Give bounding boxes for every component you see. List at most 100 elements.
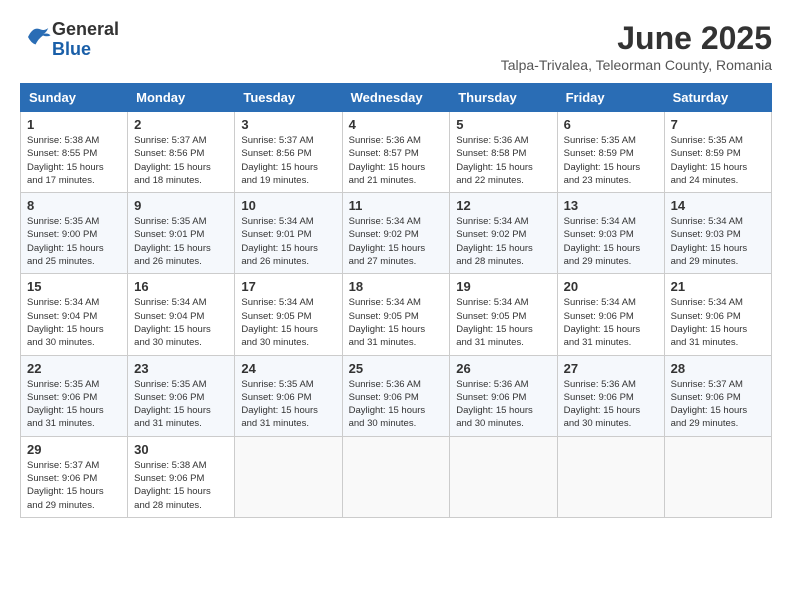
- day-number: 28: [671, 361, 765, 376]
- day-number: 19: [456, 279, 550, 294]
- day-info: Sunrise: 5:34 AM Sunset: 9:05 PM Dayligh…: [241, 296, 335, 349]
- calendar-header-row: SundayMondayTuesdayWednesdayThursdayFrid…: [21, 84, 772, 112]
- weekday-header-wednesday: Wednesday: [342, 84, 450, 112]
- calendar-cell: 26 Sunrise: 5:36 AM Sunset: 9:06 PM Dayli…: [450, 355, 557, 436]
- day-number: 1: [27, 117, 121, 132]
- calendar-cell: 17 Sunrise: 5:34 AM Sunset: 9:05 PM Dayli…: [235, 274, 342, 355]
- weekday-header-sunday: Sunday: [21, 84, 128, 112]
- day-number: 12: [456, 198, 550, 213]
- day-number: 10: [241, 198, 335, 213]
- day-number: 23: [134, 361, 228, 376]
- day-number: 29: [27, 442, 121, 457]
- day-info: Sunrise: 5:34 AM Sunset: 9:02 PM Dayligh…: [456, 215, 550, 268]
- day-number: 17: [241, 279, 335, 294]
- logo-bird-icon: [22, 22, 52, 52]
- calendar-cell: 14 Sunrise: 5:34 AM Sunset: 9:03 PM Dayli…: [664, 193, 771, 274]
- logo: General Blue: [20, 20, 119, 60]
- calendar-week-row: 29 Sunrise: 5:37 AM Sunset: 9:06 PM Dayli…: [21, 436, 772, 517]
- day-number: 25: [349, 361, 444, 376]
- weekday-header-thursday: Thursday: [450, 84, 557, 112]
- day-number: 5: [456, 117, 550, 132]
- day-number: 9: [134, 198, 228, 213]
- day-info: Sunrise: 5:35 AM Sunset: 9:01 PM Dayligh…: [134, 215, 228, 268]
- calendar-cell: 28Sunrise: 5:37 AM Sunset: 9:06 PM Dayli…: [664, 355, 771, 436]
- calendar-cell: [557, 436, 664, 517]
- day-info: Sunrise: 5:34 AM Sunset: 9:04 PM Dayligh…: [134, 296, 228, 349]
- calendar-cell: 16Sunrise: 5:34 AM Sunset: 9:04 PM Dayli…: [128, 274, 235, 355]
- day-info: Sunrise: 5:35 AM Sunset: 9:06 PM Dayligh…: [241, 378, 335, 431]
- calendar-cell: 12 Sunrise: 5:34 AM Sunset: 9:02 PM Dayli…: [450, 193, 557, 274]
- calendar-cell: 5Sunrise: 5:36 AM Sunset: 8:58 PM Daylig…: [450, 112, 557, 193]
- day-number: 27: [564, 361, 658, 376]
- calendar-cell: 27 Sunrise: 5:36 AM Sunset: 9:06 PM Dayli…: [557, 355, 664, 436]
- location-subtitle: Talpa-Trivalea, Teleorman County, Romani…: [501, 57, 772, 73]
- month-year-title: June 2025: [501, 20, 772, 57]
- calendar-table: SundayMondayTuesdayWednesdayThursdayFrid…: [20, 83, 772, 518]
- calendar-week-row: 8 Sunrise: 5:35 AM Sunset: 9:00 PM Daylig…: [21, 193, 772, 274]
- calendar-cell: [450, 436, 557, 517]
- day-number: 26: [456, 361, 550, 376]
- day-info: Sunrise: 5:38 AM Sunset: 8:55 PM Dayligh…: [27, 134, 121, 187]
- weekday-header-monday: Monday: [128, 84, 235, 112]
- day-info: Sunrise: 5:34 AM Sunset: 9:02 PM Dayligh…: [349, 215, 444, 268]
- day-info: Sunrise: 5:38 AM Sunset: 9:06 PM Dayligh…: [134, 459, 228, 512]
- day-info: Sunrise: 5:36 AM Sunset: 9:06 PM Dayligh…: [456, 378, 550, 431]
- calendar-cell: 29 Sunrise: 5:37 AM Sunset: 9:06 PM Dayli…: [21, 436, 128, 517]
- day-number: 18: [349, 279, 444, 294]
- calendar-week-row: 15 Sunrise: 5:34 AM Sunset: 9:04 PM Dayli…: [21, 274, 772, 355]
- day-number: 6: [564, 117, 658, 132]
- logo-blue-text: Blue: [52, 39, 91, 59]
- calendar-week-row: 1 Sunrise: 5:38 AM Sunset: 8:55 PM Daylig…: [21, 112, 772, 193]
- weekday-header-tuesday: Tuesday: [235, 84, 342, 112]
- day-info: Sunrise: 5:34 AM Sunset: 9:05 PM Dayligh…: [456, 296, 550, 349]
- day-info: Sunrise: 5:35 AM Sunset: 9:00 PM Dayligh…: [27, 215, 121, 268]
- calendar-cell: [235, 436, 342, 517]
- calendar-cell: 15 Sunrise: 5:34 AM Sunset: 9:04 PM Dayli…: [21, 274, 128, 355]
- day-number: 8: [27, 198, 121, 213]
- day-info: Sunrise: 5:34 AM Sunset: 9:01 PM Dayligh…: [241, 215, 335, 268]
- weekday-header-friday: Friday: [557, 84, 664, 112]
- day-number: 24: [241, 361, 335, 376]
- calendar-cell: 10 Sunrise: 5:34 AM Sunset: 9:01 PM Dayli…: [235, 193, 342, 274]
- page-header: General Blue June 2025 Talpa-Trivalea, T…: [20, 20, 772, 73]
- day-number: 30: [134, 442, 228, 457]
- day-info: Sunrise: 5:34 AM Sunset: 9:05 PM Dayligh…: [349, 296, 444, 349]
- day-number: 14: [671, 198, 765, 213]
- day-info: Sunrise: 5:35 AM Sunset: 8:59 PM Dayligh…: [564, 134, 658, 187]
- day-info: Sunrise: 5:35 AM Sunset: 9:06 PM Dayligh…: [134, 378, 228, 431]
- day-number: 13: [564, 198, 658, 213]
- day-number: 20: [564, 279, 658, 294]
- day-info: Sunrise: 5:34 AM Sunset: 9:04 PM Dayligh…: [27, 296, 121, 349]
- day-info: Sunrise: 5:35 AM Sunset: 9:06 PM Dayligh…: [27, 378, 121, 431]
- calendar-cell: 3 Sunrise: 5:37 AM Sunset: 8:56 PM Daylig…: [235, 112, 342, 193]
- day-info: Sunrise: 5:34 AM Sunset: 9:03 PM Dayligh…: [671, 215, 765, 268]
- day-number: 21: [671, 279, 765, 294]
- day-info: Sunrise: 5:35 AM Sunset: 8:59 PM Dayligh…: [671, 134, 765, 187]
- day-info: Sunrise: 5:37 AM Sunset: 9:06 PM Dayligh…: [27, 459, 121, 512]
- day-info: Sunrise: 5:36 AM Sunset: 8:57 PM Dayligh…: [349, 134, 444, 187]
- calendar-cell: 11 Sunrise: 5:34 AM Sunset: 9:02 PM Dayli…: [342, 193, 450, 274]
- day-info: Sunrise: 5:34 AM Sunset: 9:06 PM Dayligh…: [564, 296, 658, 349]
- calendar-cell: 21 Sunrise: 5:34 AM Sunset: 9:06 PM Dayli…: [664, 274, 771, 355]
- day-number: 15: [27, 279, 121, 294]
- day-number: 2: [134, 117, 228, 132]
- calendar-cell: 19 Sunrise: 5:34 AM Sunset: 9:05 PM Dayli…: [450, 274, 557, 355]
- calendar-cell: 9 Sunrise: 5:35 AM Sunset: 9:01 PM Daylig…: [128, 193, 235, 274]
- title-block: June 2025 Talpa-Trivalea, Teleorman Coun…: [501, 20, 772, 73]
- day-info: Sunrise: 5:36 AM Sunset: 9:06 PM Dayligh…: [564, 378, 658, 431]
- calendar-cell: 4 Sunrise: 5:36 AM Sunset: 8:57 PM Daylig…: [342, 112, 450, 193]
- day-info: Sunrise: 5:37 AM Sunset: 8:56 PM Dayligh…: [134, 134, 228, 187]
- day-number: 11: [349, 198, 444, 213]
- day-info: Sunrise: 5:34 AM Sunset: 9:06 PM Dayligh…: [671, 296, 765, 349]
- day-info: Sunrise: 5:36 AM Sunset: 9:06 PM Dayligh…: [349, 378, 444, 431]
- calendar-cell: 22Sunrise: 5:35 AM Sunset: 9:06 PM Dayli…: [21, 355, 128, 436]
- calendar-cell: 6 Sunrise: 5:35 AM Sunset: 8:59 PM Daylig…: [557, 112, 664, 193]
- day-number: 4: [349, 117, 444, 132]
- calendar-cell: 18 Sunrise: 5:34 AM Sunset: 9:05 PM Dayli…: [342, 274, 450, 355]
- day-info: Sunrise: 5:37 AM Sunset: 8:56 PM Dayligh…: [241, 134, 335, 187]
- calendar-cell: 25 Sunrise: 5:36 AM Sunset: 9:06 PM Dayli…: [342, 355, 450, 436]
- day-info: Sunrise: 5:34 AM Sunset: 9:03 PM Dayligh…: [564, 215, 658, 268]
- calendar-cell: 8 Sunrise: 5:35 AM Sunset: 9:00 PM Daylig…: [21, 193, 128, 274]
- day-number: 3: [241, 117, 335, 132]
- calendar-cell: 2 Sunrise: 5:37 AM Sunset: 8:56 PM Daylig…: [128, 112, 235, 193]
